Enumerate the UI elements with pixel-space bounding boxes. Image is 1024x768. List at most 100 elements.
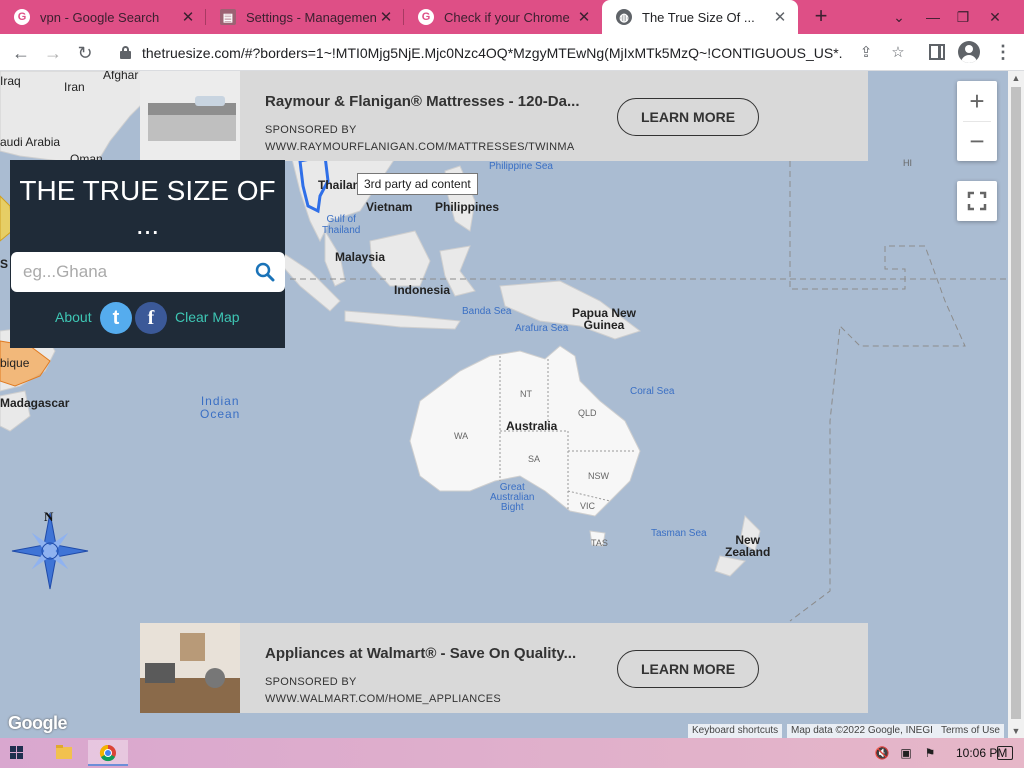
close-icon[interactable]: ✕	[770, 8, 790, 26]
map-label-saudi-arabia: audi Arabia	[0, 135, 61, 149]
google-logo: Google	[8, 713, 68, 733]
google-icon: G	[418, 9, 434, 25]
chrome-taskbar-icon[interactable]	[88, 740, 128, 766]
scroll-down-arrow-icon[interactable]: ▼	[1008, 724, 1024, 738]
profile-avatar-icon[interactable]	[958, 41, 980, 63]
tab-title: vpn - Google Search	[40, 9, 160, 25]
keyboard-shortcuts-link[interactable]: Keyboard shortcuts	[688, 724, 783, 738]
map-label-indian-ocean: Indian Ocean	[200, 394, 241, 421]
scroll-thumb[interactable]	[1011, 87, 1021, 719]
app-title: THE TRUE SIZE OF ...	[19, 175, 276, 240]
search-icon[interactable]	[255, 262, 275, 282]
tab-vpn-search[interactable]: G vpn - Google Search ✕	[0, 0, 206, 34]
map-label-philippines: Philippines	[435, 200, 500, 214]
map-label-madagascar: Madagascar	[0, 396, 70, 410]
zoom-in-button[interactable]: +	[957, 81, 997, 121]
map-label-thailand: Thailan	[318, 178, 361, 192]
panel-links: About t f Clear Map	[10, 301, 285, 335]
volume-muted-icon[interactable]: 🔇	[874, 745, 890, 761]
country-search-box[interactable]	[11, 252, 285, 292]
ad-tooltip: 3rd party ad content	[357, 173, 478, 195]
action-center-flag-icon[interactable]: ⚑	[922, 745, 938, 761]
minimize-icon[interactable]: —	[916, 0, 950, 34]
close-icon[interactable]: ✕	[178, 8, 198, 26]
map-label-sa: SA	[528, 454, 541, 464]
network-icon[interactable]: ▣	[898, 745, 914, 761]
map-label-tasman-sea: Tasman Sea	[651, 528, 707, 539]
tab-settings[interactable]: ▤ Settings - Management ✕	[206, 0, 404, 34]
back-icon[interactable]: ←	[8, 40, 34, 66]
fullscreen-button[interactable]	[957, 181, 997, 221]
tab-true-size[interactable]: ◍ The True Size Of ... ✕	[602, 0, 798, 34]
address-bar[interactable]: thetruesize.com/#?borders=1~!MTI0Mjg5NjE…	[108, 38, 916, 68]
side-panel-icon[interactable]	[929, 44, 945, 60]
tab-search-icon[interactable]: ⌄	[882, 0, 916, 34]
bookmark-star-icon[interactable]: ☆	[888, 43, 908, 63]
true-size-panel: THE TRUE SIZE OF ... About t f Clear Map	[10, 160, 285, 348]
tab-title: Check if your Chrome br	[444, 9, 574, 25]
kebab-menu-icon[interactable]: ⋮	[994, 42, 1012, 62]
map-viewport[interactable]: N Iraq Iran Afghar audi Arabia Oman Thai…	[0, 71, 1024, 738]
about-link[interactable]: About	[55, 309, 92, 325]
google-icon: G	[14, 9, 30, 25]
tab-check-chrome[interactable]: G Check if your Chrome br ✕	[404, 0, 602, 34]
fullscreen-icon	[967, 191, 987, 211]
file-explorer-icon[interactable]	[44, 740, 84, 766]
notification-icon[interactable]	[997, 746, 1013, 760]
close-icon[interactable]: ✕	[574, 8, 594, 26]
map-label-tas: TAS	[591, 538, 608, 548]
zoom-out-button[interactable]: −	[957, 121, 997, 161]
settings-icon: ▤	[220, 9, 236, 25]
learn-more-button[interactable]: LEARN MORE	[617, 98, 759, 136]
map-label-philippine-sea: Philippine Sea	[489, 161, 553, 172]
lock-icon[interactable]	[120, 46, 131, 59]
window-close-icon[interactable]: ✕	[978, 0, 1012, 34]
map-label-papua-new-guinea: Papua New Guinea	[572, 306, 637, 332]
close-icon[interactable]: ✕	[376, 8, 396, 26]
svg-text:N: N	[44, 509, 54, 524]
scroll-up-arrow-icon[interactable]: ▲	[1008, 71, 1024, 85]
reload-icon[interactable]: ↻	[72, 40, 98, 66]
twitter-icon[interactable]: t	[100, 302, 132, 334]
map-label-coral-sea: Coral Sea	[630, 386, 675, 397]
restore-icon[interactable]: ❐	[946, 0, 980, 34]
page-scrollbar[interactable]: ▲ ▼	[1008, 71, 1024, 738]
map-label-nt: NT	[520, 389, 532, 399]
forward-icon[interactable]: →	[40, 40, 66, 66]
tab-strip: G vpn - Google Search ✕ ▤ Settings - Man…	[0, 0, 1024, 34]
globe-icon: ◍	[616, 9, 632, 25]
windows-taskbar: 🔇 ▣ ⚑ 10:06 PM	[0, 738, 1024, 768]
ad-title[interactable]: Appliances at Walmart® - Save On Quality…	[265, 645, 576, 662]
url-text[interactable]: thetruesize.com/#?borders=1~!MTI0Mjg5NjE…	[142, 45, 842, 61]
terms-of-use-link[interactable]: Terms of Use	[937, 724, 1004, 738]
ad-url[interactable]: WWW.WALMART.COM/HOME_APPLIANCES	[265, 693, 575, 705]
map-label-mozambique: bique	[0, 356, 30, 370]
appliance-ad-image[interactable]	[140, 623, 240, 713]
map-label-great-australian-bight: Great Australian Bight	[490, 482, 535, 513]
map-label-nsw: NSW	[588, 471, 609, 481]
map-label-new-zealand: New Zealand	[725, 533, 771, 559]
share-icon[interactable]: ⇪	[856, 43, 876, 63]
bottom-ad-banner[interactable]: Appliances at Walmart® - Save On Quality…	[140, 623, 868, 713]
tab-title: The True Size Of ...	[642, 9, 755, 25]
java-landmass	[344, 310, 461, 330]
clear-map-link[interactable]: Clear Map	[175, 309, 240, 325]
windows-start-icon[interactable]	[10, 746, 24, 760]
browser-toolbar: ← → ↻ thetruesize.com/#?borders=1~!MTI0M…	[0, 34, 1024, 71]
map-label-qld: QLD	[578, 408, 597, 418]
top-ad-banner[interactable]: Raymour & Flanigan® Mattresses - 120-Da.…	[140, 71, 868, 161]
new-tab-button[interactable]: +	[808, 5, 834, 29]
ad-sponsored-label: SPONSORED BY	[265, 676, 357, 688]
ad-url[interactable]: WWW.RAYMOURFLANIGAN.COM/MATTRESSES/TWINM…	[265, 141, 575, 153]
map-label-afghanistan: Afghar	[103, 71, 139, 82]
ad-title[interactable]: Raymour & Flanigan® Mattresses - 120-Da.…	[265, 93, 579, 110]
map-label-iraq: Iraq	[0, 74, 21, 88]
country-search-input[interactable]	[23, 260, 243, 284]
mattress-ad-image[interactable]	[140, 71, 240, 161]
compass-rose-icon: N	[11, 509, 89, 590]
map-label-wa: WA	[454, 431, 469, 441]
facebook-icon[interactable]: f	[135, 302, 167, 334]
map-label-vic: VIC	[580, 501, 596, 511]
learn-more-button[interactable]: LEARN MORE	[617, 650, 759, 688]
zoom-controls: + −	[957, 81, 997, 161]
